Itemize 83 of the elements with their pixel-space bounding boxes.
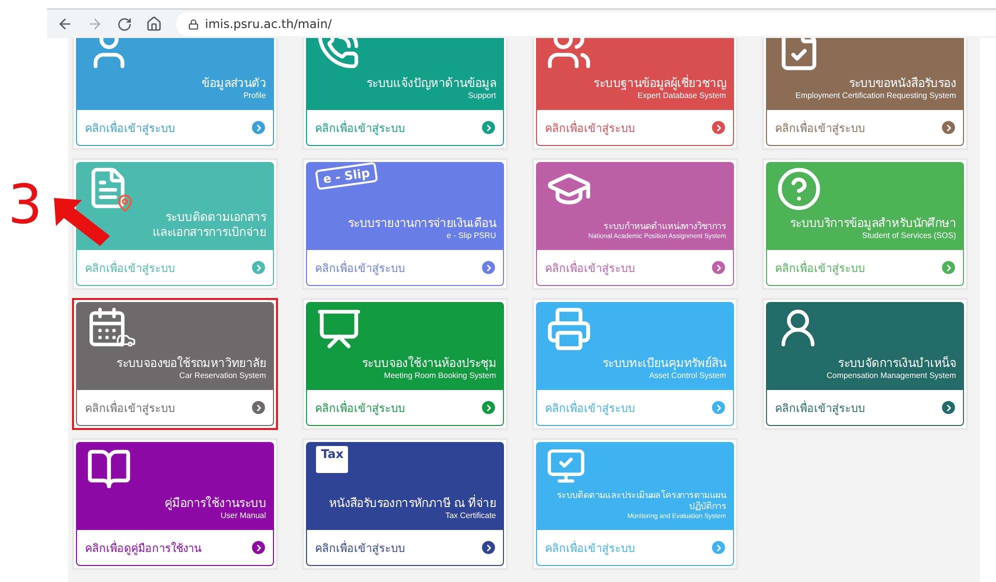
tile-title: ระบบทะเบียนคุมทรัพย์สิน — [602, 356, 726, 371]
tile-subtitle: Expert Database System — [638, 91, 726, 100]
annotation-arrow — [52, 196, 112, 248]
system-tile[interactable]: ระบบติดตามเอกสาร และเอกสารการเบิกจ่าย คลิกเพื่อเข้าสู่ระบบ — [72, 158, 278, 290]
tile-subtitle: Tax Certificate — [445, 511, 496, 520]
tile-title: ระบบติดตามเอกสาร และเอกสารการเบิกจ่าย — [152, 210, 266, 240]
tile-title: คู่มือการใช้งานระบบ — [164, 496, 266, 511]
tile-subtitle: Profile — [243, 91, 266, 100]
lock-icon — [188, 18, 199, 30]
system-tile[interactable]: ระบบจัดการเงินบำเหน็จ Compensation Management System คลิกเพื่อเข้าสู่ระบบ — [762, 298, 968, 430]
enter-link[interactable]: คลิกเพื่อเข้าสู่ระบบ — [766, 390, 964, 426]
system-tile[interactable]: ระบบแจ้งปัญหาด้านข้อมูล Support คลิกเพื่อเข้าสู่ระบบ — [302, 38, 508, 150]
url-text: imis.psru.ac.th/main/ — [205, 17, 332, 31]
enter-link[interactable]: คลิกเพื่อเข้าสู่ระบบ — [76, 110, 274, 146]
tile-title: ระบบติดตามและประเมินผลโครงการตามแผนปฏิบัติการ — [556, 490, 726, 513]
tile-subtitle: User Manual — [220, 511, 266, 520]
question-icon — [776, 166, 822, 212]
enter-link[interactable]: คลิกเพื่อเข้าสู่ระบบ — [306, 110, 504, 146]
arrow-circle-icon — [712, 121, 725, 134]
tile-title: ข้อมูลส่วนตัว — [202, 76, 266, 91]
reload-button[interactable] — [117, 16, 132, 32]
tile-subtitle: Compensation Management System — [826, 371, 956, 380]
system-tile[interactable]: Tax หนังสือรับรองการหักภาษี ณ ที่จ่าย Tax Certificate คลิกเพื่อเข้าสู่ระบบ — [302, 438, 508, 570]
enter-link[interactable]: คลิกเพื่อดูคู่มือการใช้งาน — [76, 530, 274, 566]
enter-link[interactable]: คลิกเพื่อเข้าสู่ระบบ — [76, 390, 274, 426]
enter-link[interactable]: คลิกเพื่อเข้าสู่ระบบ — [766, 110, 964, 146]
arrow-circle-icon — [252, 401, 265, 414]
tile-title: ระบบบริการข้อมูลสำหรับนักศึกษา — [790, 216, 956, 231]
tile-title: ระบบฐานข้อมูลผู้เชี่ยวชาญ — [594, 76, 726, 91]
enter-link[interactable]: คลิกเพื่อเข้าสู่ระบบ — [76, 250, 274, 286]
tile-subtitle: Asset Control System — [649, 371, 726, 380]
enter-link[interactable]: คลิกเพื่อเข้าสู่ระบบ — [306, 530, 504, 566]
arrow-circle-icon — [252, 541, 265, 554]
tile-subtitle: Student of Services (SOS) — [862, 231, 956, 240]
tile-title: ระบบจองขอใช้รถมหาวิทยาลัย — [116, 356, 266, 371]
tile-title: ระบบจองใช้งานห้องประชุม — [362, 356, 496, 371]
system-tile[interactable]: คู่มือการใช้งานระบบ User Manual คลิกเพื่อดูคู่มือการใช้งาน — [72, 438, 278, 570]
tile-title: ระบบกำหนดตำแหน่งทางวิชาการ — [604, 222, 726, 233]
tile-title: ระบบจัดการเงินบำเหน็จ — [838, 356, 956, 371]
tile-subtitle: Support — [468, 91, 496, 100]
tile-subtitle: Employment Certification Requesting System — [795, 91, 956, 100]
enter-link[interactable]: คลิกเพื่อเข้าสู่ระบบ — [536, 530, 734, 566]
printer-icon — [546, 306, 592, 352]
arrow-circle-icon — [712, 541, 725, 554]
arrow-circle-icon — [482, 261, 495, 274]
slip-icon: e - Slip — [314, 162, 378, 190]
home-button[interactable] — [146, 16, 162, 32]
system-tile[interactable]: e - Slip ระบบรายงานการจ่ายเงินเดือน e - Slip PSRU คลิกเพื่อเข้าสู่ระบบ — [302, 158, 508, 290]
arrow-circle-icon — [482, 121, 495, 134]
arrow-circle-icon — [942, 261, 955, 274]
system-tile[interactable]: ระบบบริการข้อมูลสำหรับนักศึกษา Student of Services (SOS) คลิกเพื่อเข้าสู่ระบบ — [762, 158, 968, 290]
system-tile[interactable]: ระบบขอหนังสือรับรอง Employment Certification Requesting System คลิกเพื่อเข้าสู่ระบบ — [762, 38, 968, 150]
arrow-circle-icon — [712, 401, 725, 414]
arrow-circle-icon — [252, 261, 265, 274]
arrow-circle-icon — [942, 121, 955, 134]
system-tile[interactable]: ระบบฐานข้อมูลผู้เชี่ยวชาญ Expert Database System คลิกเพื่อเข้าสู่ระบบ — [532, 38, 738, 150]
enter-link[interactable]: คลิกเพื่อเข้าสู่ระบบ — [536, 250, 734, 286]
tile-title: หนังสือรับรองการหักภาษี ณ ที่จ่าย — [328, 496, 496, 511]
enter-link[interactable]: คลิกเพื่อเข้าสู่ระบบ — [306, 390, 504, 426]
enter-link[interactable]: คลิกเพื่อเข้าสู่ระบบ — [306, 250, 504, 286]
system-tile[interactable]: ระบบจองใช้งานห้องประชุม Meeting Room Booking System คลิกเพื่อเข้าสู่ระบบ — [302, 298, 508, 430]
tile-subtitle: e - Slip PSRU — [446, 231, 496, 240]
arrow-circle-icon — [712, 261, 725, 274]
tile-subtitle: Meeting Room Booking System — [384, 371, 496, 380]
phone-icon — [316, 38, 360, 70]
system-tile[interactable]: ข้อมูลส่วนตัว Profile คลิกเพื่อเข้าสู่ระบบ — [72, 38, 278, 150]
tile-title: ระบบขอหนังสือรับรอง — [848, 76, 956, 91]
enter-link[interactable]: คลิกเพื่อเข้าสู่ระบบ — [766, 250, 964, 286]
tile-title: ระบบแจ้งปัญหาด้านข้อมูล — [366, 76, 496, 91]
tax-document-icon: Tax — [316, 446, 348, 473]
back-button[interactable] — [57, 16, 73, 32]
tile-subtitle: Car Reservation System — [179, 371, 266, 380]
address-bar[interactable]: imis.psru.ac.th/main/ — [176, 12, 996, 36]
annotation-number: 3 — [8, 178, 42, 232]
system-tile[interactable]: ระบบทะเบียนคุมทรัพย์สิน Asset Control System คลิกเพื่อเข้าสู่ระบบ — [532, 298, 738, 430]
enter-link[interactable]: คลิกเพื่อเข้าสู่ระบบ — [536, 390, 734, 426]
arrow-circle-icon — [252, 121, 265, 134]
arrow-circle-icon — [482, 541, 495, 554]
tile-title: ระบบรายงานการจ่ายเงินเดือน — [348, 216, 496, 231]
arrow-circle-icon — [482, 401, 495, 414]
system-tile[interactable]: ระบบจองขอใช้รถมหาวิทยาลัย Car Reservation System คลิกเพื่อเข้าสู่ระบบ — [72, 298, 278, 430]
enter-link[interactable]: คลิกเพื่อเข้าสู่ระบบ — [536, 110, 734, 146]
arrow-circle-icon — [942, 401, 955, 414]
